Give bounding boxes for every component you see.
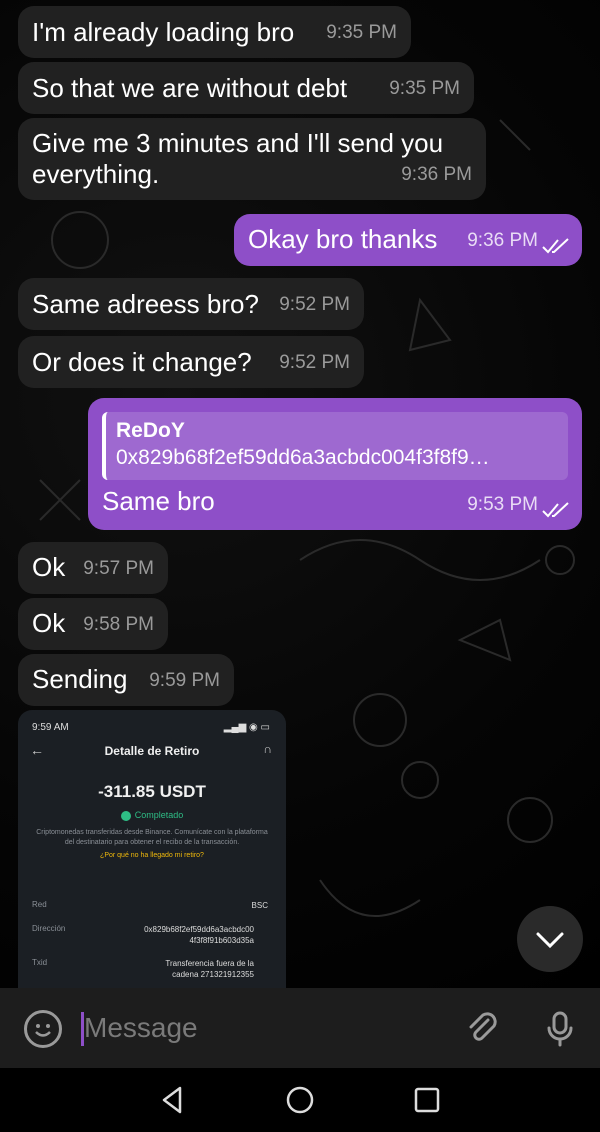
message-outgoing[interactable]: Okay bro thanks 9:36 PM xyxy=(234,214,582,266)
chevron-down-icon xyxy=(536,932,564,949)
photo-link: ¿Por qué no ha llegado mi retiro? xyxy=(100,852,204,859)
photo-row-value: Transferencia fuera de la cadena 2713219… xyxy=(165,958,254,980)
photo-title: Detalle de Retiro xyxy=(104,744,200,758)
photo-amount: -311.85 USDT xyxy=(98,782,206,801)
message-time: 9:58 PM xyxy=(83,614,154,635)
back-icon[interactable] xyxy=(156,1084,188,1116)
message-text: Sending xyxy=(32,664,128,694)
recents-icon[interactable] xyxy=(411,1084,443,1116)
message-text: Okay bro thanks xyxy=(248,224,438,254)
message-incoming[interactable]: Give me 3 minutes and I'll send you ever… xyxy=(18,118,486,200)
message-time: 9:36 PM xyxy=(467,230,538,251)
message-text: Ok xyxy=(32,608,66,638)
chat-area[interactable]: I'm already loading bro 9:35 PM So that … xyxy=(0,0,600,988)
message-text-line: Give me 3 minutes and I'll send you xyxy=(32,128,444,158)
photo-status: Completado xyxy=(18,810,286,821)
photo-description: Criptomonedas transferidas desde Binance… xyxy=(36,829,268,846)
system-nav-bar xyxy=(0,1068,600,1132)
message-time: 9:52 PM xyxy=(279,294,350,315)
message-incoming[interactable]: I'm already loading bro 9:35 PM xyxy=(18,6,411,58)
photo-row-value-line: Transferencia fuera de la xyxy=(165,959,254,968)
emoji-icon[interactable] xyxy=(24,1010,62,1048)
signal-battery-icon: ▂▄▆ ◉ ▭ xyxy=(223,722,270,733)
headset-icon: ∩ xyxy=(263,742,272,756)
photo-message[interactable]: 9:59 AM ▂▄▆ ◉ ▭ ← Detalle de Retiro ∩ -3… xyxy=(18,710,286,988)
message-time: 9:59 PM xyxy=(149,670,220,691)
message-text: I'm already loading bro xyxy=(32,17,295,47)
message-time: 9:35 PM xyxy=(389,78,460,99)
photo-row-label: Txid xyxy=(32,958,48,967)
photo-row: Red BSC xyxy=(32,900,268,910)
message-time: 9:35 PM xyxy=(326,22,397,43)
photo-row: Txid Transferencia fuera de la cadena 27… xyxy=(32,958,268,979)
message-incoming[interactable]: Or does it change? 9:52 PM xyxy=(18,336,364,388)
message-text: Same adreess bro? xyxy=(32,289,259,319)
photo-row-value-line: 0x829b68f2ef59dd6a3acbdc00 xyxy=(144,925,254,934)
message-incoming[interactable]: Ok 9:57 PM xyxy=(18,542,168,594)
message-time: 9:36 PM xyxy=(401,164,472,185)
reply-quote[interactable]: ReDoY 0x829b68f2ef59dd6a3acbdc004f3f8f9… xyxy=(102,412,568,480)
message-incoming[interactable]: Ok 9:58 PM xyxy=(18,598,168,650)
message-time: 9:52 PM xyxy=(279,352,350,373)
double-check-icon xyxy=(542,238,569,254)
photo-row-value-line: cadena 271321912355 xyxy=(172,970,254,979)
emoji-face-icon xyxy=(35,1024,51,1037)
paperclip-icon[interactable] xyxy=(462,1008,502,1048)
double-check-icon xyxy=(542,502,569,518)
message-incoming[interactable]: So that we are without debt 9:35 PM xyxy=(18,62,474,114)
photo-status-text: Completado xyxy=(134,810,184,820)
check-circle-icon xyxy=(120,810,131,821)
message-input[interactable] xyxy=(84,1008,444,1048)
message-time: 9:57 PM xyxy=(83,558,154,579)
microphone-icon[interactable] xyxy=(540,1008,580,1048)
photo-row-label: Dirección xyxy=(32,924,66,933)
photo-row-value: 0x829b68f2ef59dd6a3acbdc00 4f3f8f91b603d… xyxy=(144,924,254,946)
message-text: Or does it change? xyxy=(32,347,252,377)
message-text: So that we are without debt xyxy=(32,73,348,103)
reply-text: 0x829b68f2ef59dd6a3acbdc004f3f8f9… xyxy=(116,446,490,469)
message-outgoing-reply[interactable]: ReDoY 0x829b68f2ef59dd6a3acbdc004f3f8f9…… xyxy=(88,398,582,530)
reply-author: ReDoY xyxy=(116,419,185,442)
photo-row-value: BSC xyxy=(251,901,268,910)
message-composer xyxy=(0,988,600,1068)
photo-row-label: Red xyxy=(32,900,47,909)
message-incoming[interactable]: Same adreess bro? 9:52 PM xyxy=(18,278,364,330)
photo-row: Dirección 0x829b68f2ef59dd6a3acbdc00 4f3… xyxy=(32,924,268,945)
photo-row-value-line: 4f3f8f91b603d35a xyxy=(189,936,254,945)
message-time: 9:53 PM xyxy=(467,494,538,515)
message-text: Same bro xyxy=(102,486,215,516)
message-text: Ok xyxy=(32,552,66,582)
message-incoming[interactable]: Sending 9:59 PM xyxy=(18,654,234,706)
home-icon[interactable] xyxy=(284,1084,316,1116)
scroll-down-button[interactable] xyxy=(517,906,583,972)
photo-status-time: 9:59 AM xyxy=(32,722,69,733)
